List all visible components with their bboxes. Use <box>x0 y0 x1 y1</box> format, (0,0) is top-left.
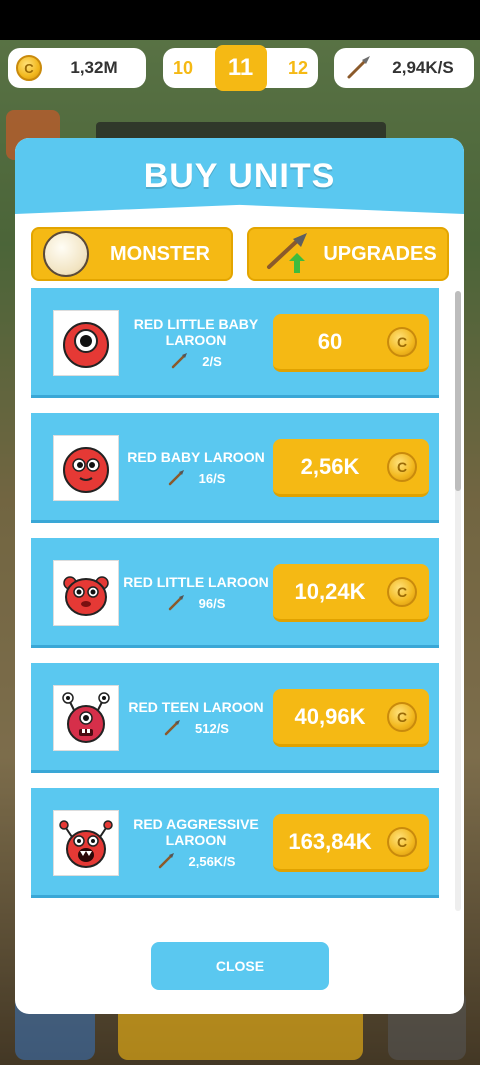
unit-row: RED TEEN LAROON 512/S 40,96K C <box>31 663 439 773</box>
red-teen-laroon-icon <box>53 685 119 751</box>
spear-icon <box>168 595 184 611</box>
close-button[interactable]: CLOSE <box>151 942 329 990</box>
coin-icon: C <box>387 701 417 732</box>
buy-button[interactable]: 40,96K C <box>273 689 429 747</box>
buy-button[interactable]: 163,84K C <box>273 814 429 872</box>
coin-icon: C <box>387 576 417 607</box>
unit-row: RED LITTLE LAROON 96/S 10,24K C <box>31 538 439 648</box>
level-current: 11 <box>214 45 267 91</box>
buy-button[interactable]: 2,56K C <box>273 439 429 497</box>
unit-row: RED AGGRESSIVE LAROON 2,56K/S 163,84K C <box>31 788 439 898</box>
red-aggressive-laroon-icon <box>53 810 119 876</box>
units-list[interactable]: RED LITTLE BABY LAROON 2/S 60 C RED BABY… <box>31 288 451 923</box>
unit-row: RED LITTLE BABY LAROON 2/S 60 C <box>31 288 439 398</box>
unit-price: 40,96K <box>294 703 366 729</box>
unit-name: RED LITTLE LAROON <box>123 574 269 590</box>
unit-name: RED BABY LAROON <box>127 449 265 465</box>
tab-monster[interactable]: MONSTER <box>31 227 233 281</box>
level-prev: 10 <box>173 57 194 78</box>
spear-icon <box>164 720 180 736</box>
unit-price: 163,84K <box>288 828 372 854</box>
coin-icon: C <box>16 55 42 81</box>
dps-value: 2,94K/S <box>392 58 454 77</box>
red-little-baby-laroon-icon <box>53 310 119 376</box>
unit-rate: 96/S <box>198 595 226 611</box>
unit-rate: 2/S <box>202 353 222 369</box>
spear-upgrade-icon <box>267 233 307 273</box>
modal-header: BUY UNITS <box>15 138 464 214</box>
unit-row: RED BABY LAROON 16/S 2,56K C <box>31 413 439 523</box>
red-baby-laroon-icon <box>53 435 119 501</box>
spear-icon <box>347 56 370 79</box>
spear-icon <box>158 853 174 869</box>
unit-price: 10,24K <box>294 578 366 604</box>
egg-icon <box>43 231 89 277</box>
tab-upgrades[interactable]: UPGRADES <box>247 227 449 281</box>
buy-button[interactable]: 10,24K C <box>273 564 429 622</box>
tab-upgrades-label: UPGRADES <box>323 242 437 265</box>
buy-units-modal: BUY UNITS MONSTER UPGRADES RED LITTLE BA… <box>15 138 464 1014</box>
scrollbar-thumb[interactable] <box>455 291 461 491</box>
spear-icon <box>168 470 184 486</box>
coin-icon: C <box>387 451 417 482</box>
list-scrollbar[interactable] <box>455 291 461 911</box>
coins-value: 1,32M <box>70 58 118 77</box>
unit-price: 2,56K <box>300 453 360 479</box>
unit-rate: 512/S <box>195 720 229 736</box>
coins-counter: C 1,32M <box>8 48 146 88</box>
tab-monster-label: MONSTER <box>110 242 210 265</box>
level-indicator: 10 11 12 <box>163 45 318 91</box>
unit-price: 60 <box>317 328 343 354</box>
unit-name: RED TEEN LAROON <box>128 699 264 715</box>
level-next: 12 <box>287 57 308 78</box>
spear-icon <box>171 353 188 369</box>
unit-rate: 16/S <box>198 470 226 486</box>
coin-icon: C <box>387 826 417 857</box>
modal-title: BUY UNITS <box>143 156 336 195</box>
unit-rate: 2,56K/S <box>188 853 236 869</box>
red-little-laroon-icon <box>53 560 119 626</box>
coin-icon: C <box>387 326 417 357</box>
unit-name: RED AGGRESSIVE LAROON <box>133 816 259 848</box>
unit-name: RED LITTLE BABY LAROON <box>133 316 259 348</box>
damage-per-second: 2,94K/S <box>334 48 474 88</box>
status-bar <box>0 0 480 40</box>
buy-button[interactable]: 60 C <box>273 314 429 372</box>
